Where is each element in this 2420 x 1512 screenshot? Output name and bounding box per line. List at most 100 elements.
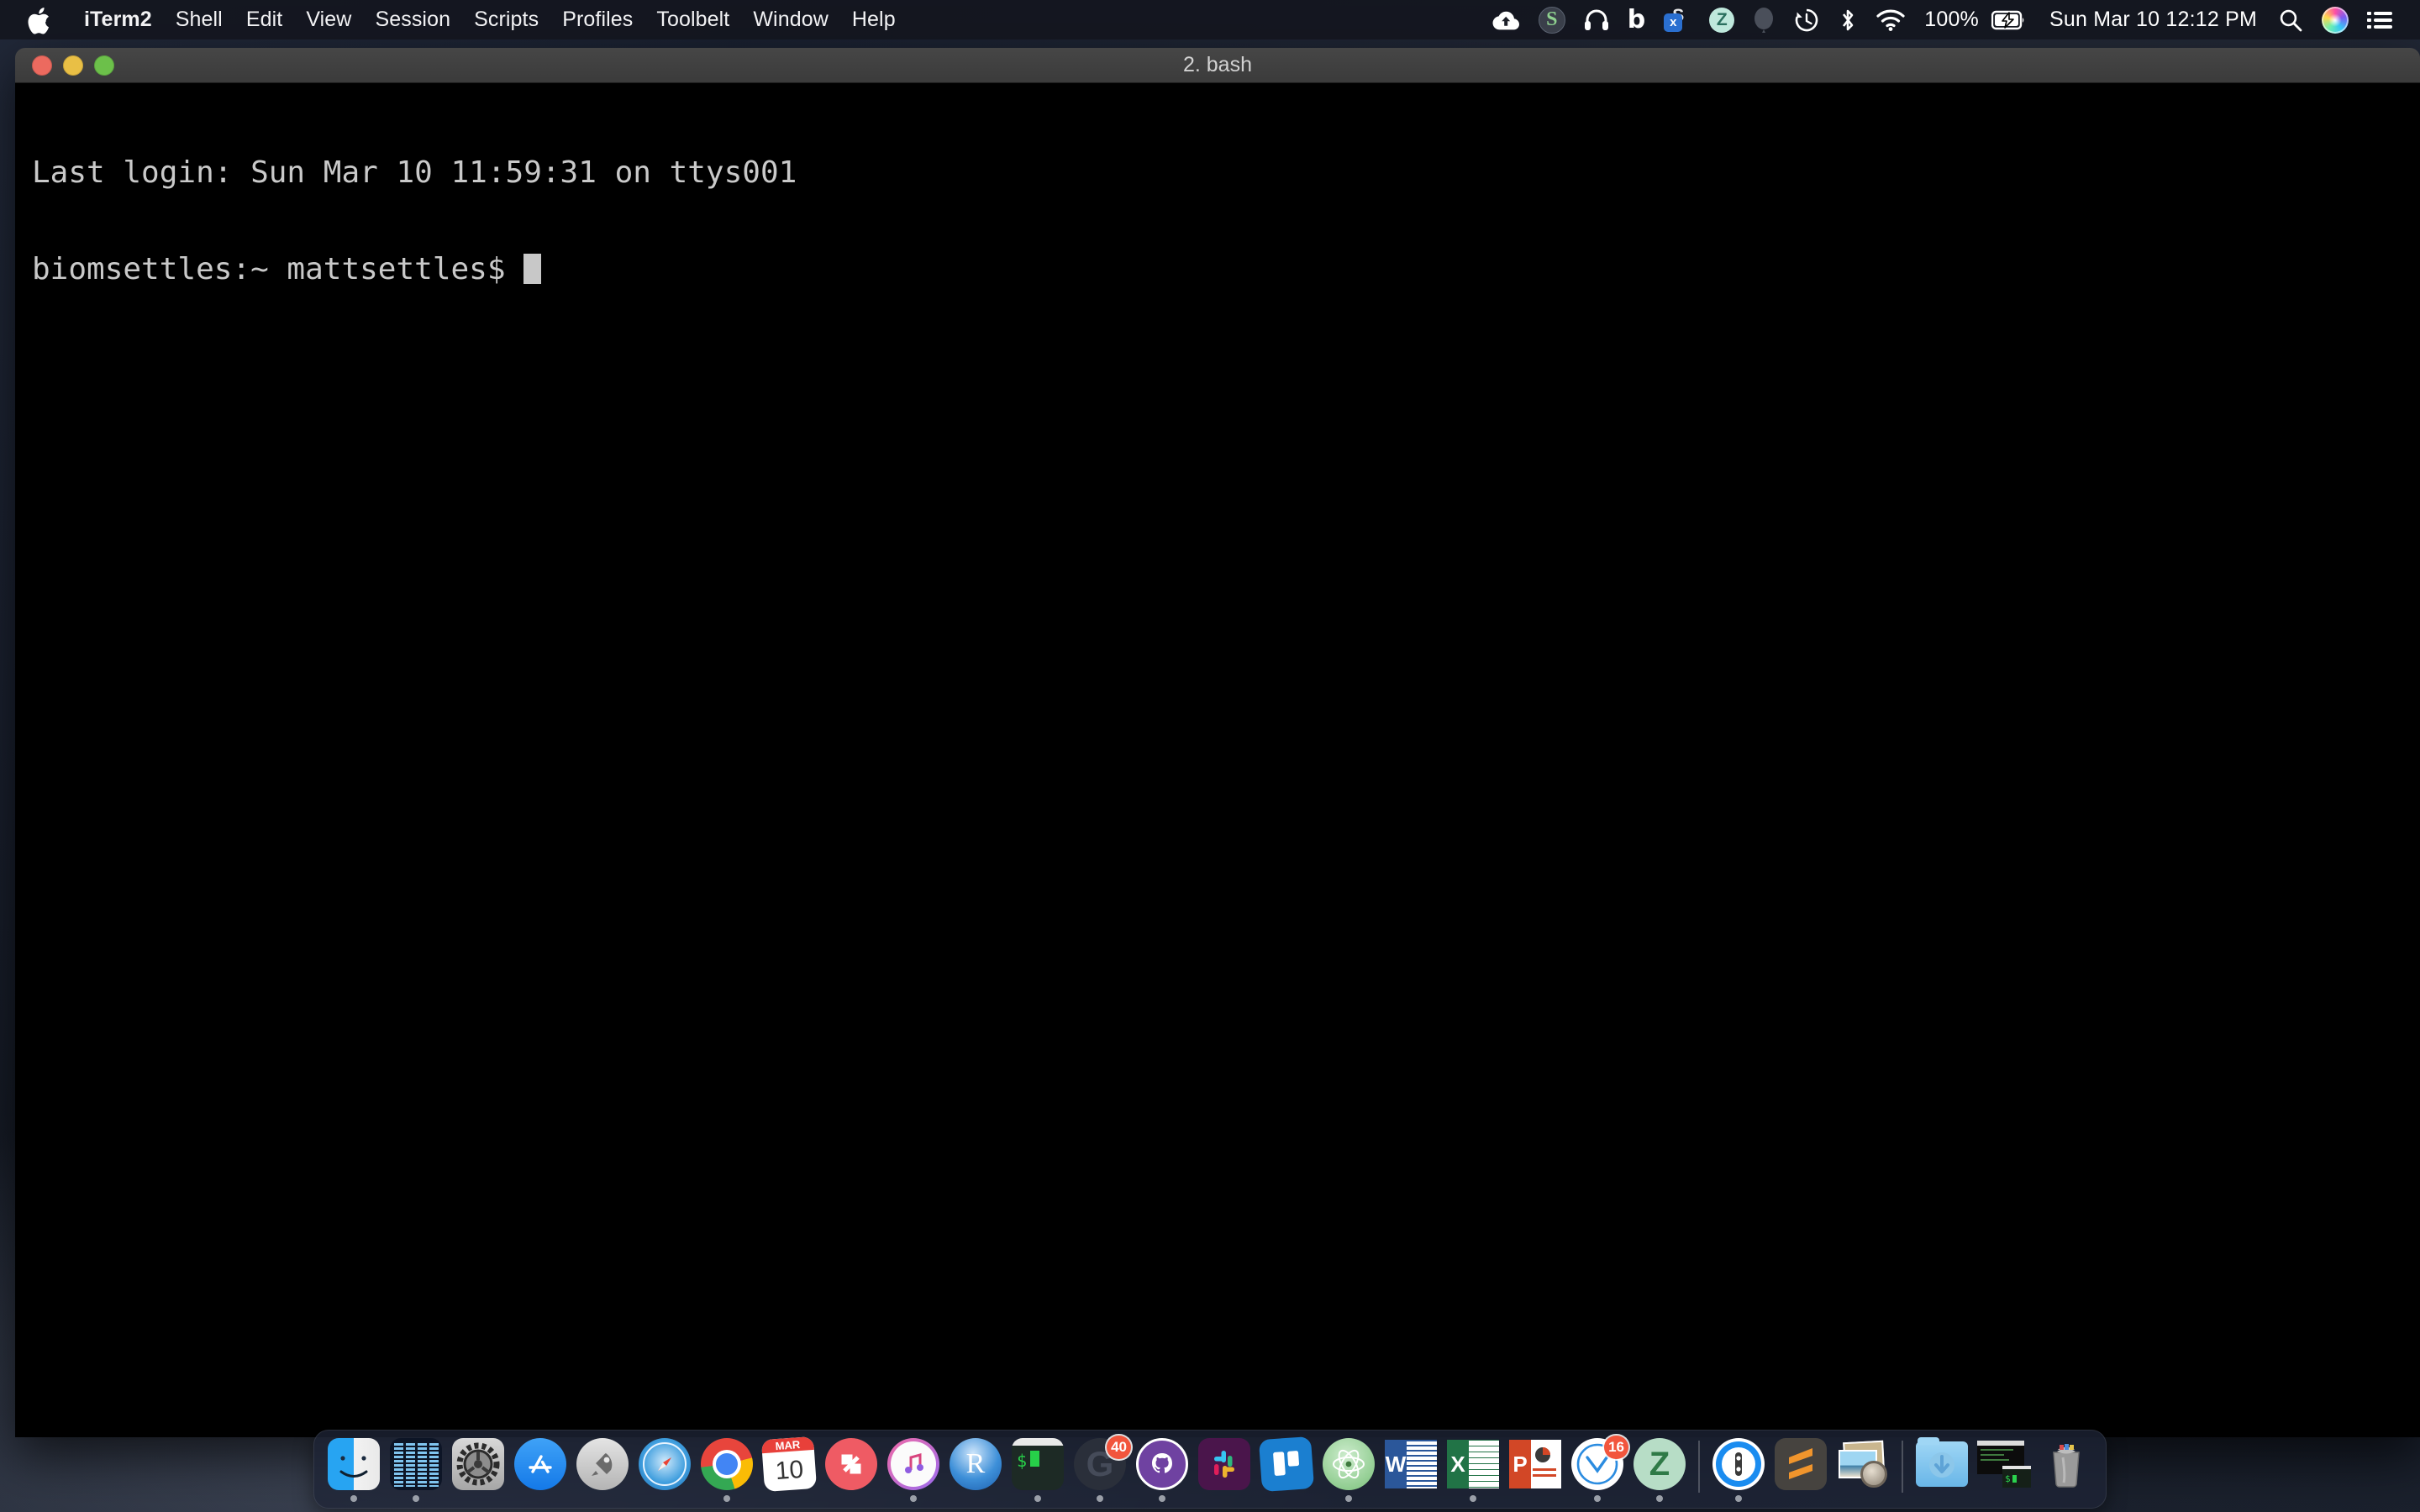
dock-item-downloads-folder[interactable] [1911,1436,1973,1503]
menu-item-shell[interactable]: Shell [164,0,234,39]
terminal-prompt-line: biomsettles:~ mattsettles$ [32,254,2420,286]
menu-item-window[interactable]: Window [741,0,840,39]
running-indicator [1345,1495,1352,1502]
battery-percent-label: 100% [1915,0,1988,39]
menu-item-help[interactable]: Help [840,0,908,39]
running-indicator [1656,1495,1663,1502]
terminal-line: Last login: Sun Mar 10 11:59:31 on ttys0… [32,157,2420,189]
dock-item-fantastical[interactable]: 16 [1566,1436,1628,1503]
finder-icon [327,1437,381,1491]
safari-icon [638,1437,692,1491]
dock-item-sublime-text[interactable] [1770,1436,1832,1503]
menu-item-profiles[interactable]: Profiles [550,0,644,39]
dock-item-1password[interactable] [1707,1436,1770,1503]
wifi-icon[interactable] [1866,0,1915,39]
trello-icon [1260,1437,1313,1491]
running-indicator [1159,1495,1165,1502]
activity-monitor-icon [389,1437,443,1491]
itunes-icon [886,1437,940,1491]
menu-item-scripts[interactable]: Scripts [462,0,550,39]
bartender-icon[interactable]: b [1618,0,1655,39]
calendar-day-label: 10 [774,1451,805,1491]
bluetooth-icon[interactable] [1829,0,1866,39]
terminal-stack-icon: $ [1977,1437,2031,1491]
running-indicator [1735,1495,1742,1502]
running-indicator [1470,1495,1476,1502]
google-chrome-icon [700,1437,754,1491]
close-button[interactable] [32,55,52,76]
zoom-button[interactable] [94,55,114,76]
dock-item-microsoft-excel[interactable]: X [1442,1436,1504,1503]
running-indicator [350,1495,357,1502]
dock-item-system-preferences[interactable] [447,1436,509,1503]
dock-item-safari[interactable] [634,1436,696,1503]
iterm2-icon: $ [1011,1437,1065,1491]
microsoft-word-icon: W [1384,1437,1438,1491]
dock-item-calendar[interactable]: MAR 10 [758,1436,820,1503]
trash-icon [2039,1437,2093,1491]
siri-icon[interactable] [2312,0,2358,39]
badge-count: 40 [1107,1436,1131,1459]
running-indicator [723,1495,730,1502]
dock-item-terminal-stack[interactable]: $ [1973,1436,2035,1503]
menu-item-view[interactable]: View [294,0,363,39]
dock-item-github-desktop[interactable] [1131,1436,1193,1503]
dropbox-sync-icon[interactable]: S x [1655,0,1700,39]
zotero-icon: Z [1633,1437,1686,1491]
cloud-upload-icon[interactable] [1482,0,1529,39]
dock-item-slack[interactable] [1193,1436,1255,1503]
dock-item-itunes[interactable] [882,1436,944,1503]
menu-bar-status-area: S b S x Z [1482,0,2420,39]
dock-separator-2 [1902,1441,1903,1493]
fantastical-icon: 16 [1570,1437,1624,1491]
dock-item-app-store[interactable] [509,1436,571,1503]
dock-item-preview[interactable] [1832,1436,1894,1503]
dock-item-atom[interactable] [1318,1436,1380,1503]
dock-item-microsoft-word[interactable]: W [1380,1436,1442,1503]
github-desktop-icon [1135,1437,1189,1491]
downloads-folder-icon [1915,1437,1969,1491]
menu-item-iterm2[interactable]: iTerm2 [72,0,164,39]
dock-item-zotero[interactable]: Z [1628,1436,1691,1503]
dock-item-google-chrome[interactable] [696,1436,758,1503]
window-title: 2. bash [15,53,2420,77]
terminal-window[interactable]: 2. bash Last login: Sun Mar 10 11:59:31 … [15,48,2420,1437]
menu-bar-left: iTerm2 Shell Edit View Session Scripts P… [0,0,908,39]
microsoft-powerpoint-icon: P [1508,1437,1562,1491]
terminal-output-area[interactable]: Last login: Sun Mar 10 11:59:31 on ttys0… [15,83,2420,1437]
headphones-icon[interactable] [1575,0,1618,39]
calendar-icon: MAR 10 [762,1437,816,1491]
1password-icon [1712,1437,1765,1491]
menu-bar-clock[interactable]: Sun Mar 10 12:12 PM [2036,0,2269,39]
dock-item-spark-mail[interactable]: G 40 [1069,1436,1131,1503]
zoom-meeting-icon[interactable]: Z [1700,0,1744,39]
dock-item-launchpad[interactable] [571,1436,634,1503]
dock-item-r-app[interactable]: R [944,1436,1007,1503]
slack-icon [1197,1437,1251,1491]
badge-count: 16 [1604,1436,1628,1459]
dock[interactable]: MAR 10 [313,1430,2107,1509]
dock-item-trello[interactable] [1255,1436,1318,1503]
battery-charging-icon[interactable] [1988,0,2036,39]
minimize-button[interactable] [63,55,83,76]
notification-center-icon[interactable] [2358,0,2402,39]
preview-icon [1836,1437,1890,1491]
menu-item-toolbelt[interactable]: Toolbelt [644,0,741,39]
menu-item-edit[interactable]: Edit [234,0,294,39]
dock-item-iterm2[interactable]: $ [1007,1436,1069,1503]
dock-item-microsoft-powerpoint[interactable]: P [1504,1436,1566,1503]
atom-icon [1322,1437,1376,1491]
dock-item-trash[interactable] [2035,1436,2097,1503]
time-machine-icon[interactable] [1784,0,1829,39]
dock-item-activity-monitor[interactable] [385,1436,447,1503]
dock-item-news[interactable] [820,1436,882,1503]
sketch-icon[interactable]: S [1529,0,1575,39]
menu-item-session[interactable]: Session [363,0,462,39]
running-indicator [1034,1495,1041,1502]
balloon-icon[interactable] [1744,0,1784,39]
dock-item-finder[interactable] [323,1436,385,1503]
apple-logo-icon[interactable] [25,5,54,35]
window-title-bar[interactable]: 2. bash [15,48,2420,83]
search-icon[interactable] [2269,0,2312,39]
news-icon [824,1437,878,1491]
